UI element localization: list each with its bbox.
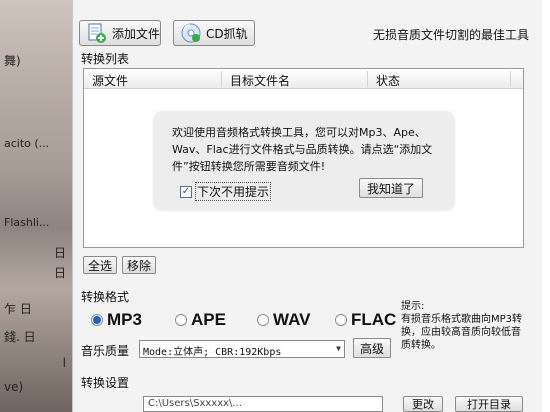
dont-show-again-label: 下次不用提示 xyxy=(195,182,272,201)
column-header-target[interactable]: 目标文件名 xyxy=(230,72,290,89)
background-desktop: 舞) acito (... Flashli... 日 日 乍 日 錢. 日 l … xyxy=(0,0,72,412)
format-label-mp3: MP3 xyxy=(107,310,142,329)
add-file-icon xyxy=(86,22,108,44)
format-label-wav: WAV xyxy=(273,310,311,329)
background-text: Flashli... xyxy=(4,216,50,229)
format-radio-flac[interactable]: FLAC xyxy=(335,310,396,330)
background-text: acito (... xyxy=(4,137,50,150)
open-folder-button[interactable]: 打开目录 xyxy=(455,396,523,412)
got-it-button[interactable]: 我知道了 xyxy=(359,178,423,198)
background-text: 錢. 日 xyxy=(4,330,36,344)
settings-group-label: 转换设置 xyxy=(81,376,130,390)
checkmark-icon: ✓ xyxy=(180,185,192,198)
change-path-button[interactable]: 更改 xyxy=(403,396,443,412)
hint-text: 有损音乐格式歌曲向MP3转换，应由较高音质向较低音质转换。 xyxy=(401,314,523,351)
hint-title: 提示: xyxy=(401,301,425,312)
dont-show-again-checkbox[interactable]: ✓ 下次不用提示 xyxy=(180,182,272,201)
column-divider[interactable] xyxy=(510,71,511,87)
window-edge xyxy=(542,0,550,412)
add-file-button[interactable]: 添加文件 xyxy=(79,20,161,46)
chevron-down-icon: ▼ xyxy=(336,344,341,353)
remove-button[interactable]: 移除 xyxy=(122,256,156,274)
add-file-label: 添加文件 xyxy=(112,26,161,41)
radio-indicator xyxy=(91,314,103,326)
conversion-list[interactable]: 源文件 目标文件名 状态 欢迎使用音频格式转换工具，您可以对Mp3、Ape、Wa… xyxy=(83,68,524,248)
quality-dropdown[interactable]: Mode:立体声; CBR:192Kbps ▼ xyxy=(139,340,345,358)
welcome-message: 欢迎使用音频格式转换工具，您可以对Mp3、Ape、Wav、Flac进行文件格式与… xyxy=(172,126,433,173)
background-text: 日 xyxy=(53,266,66,280)
format-label-flac: FLAC xyxy=(351,310,397,329)
radio-indicator xyxy=(257,314,269,326)
column-divider[interactable] xyxy=(221,71,222,87)
radio-indicator xyxy=(335,314,347,326)
format-group-label: 转换格式 xyxy=(81,290,130,304)
select-all-button[interactable]: 全选 xyxy=(83,256,117,274)
column-divider[interactable] xyxy=(367,71,368,87)
background-text: 乍 日 xyxy=(4,302,32,316)
format-label-ape: APE xyxy=(191,310,226,329)
list-header: 源文件 目标文件名 状态 xyxy=(84,69,523,89)
column-header-source[interactable]: 源文件 xyxy=(92,72,128,89)
background-text: 日 xyxy=(53,246,66,260)
cd-disc-icon xyxy=(180,22,202,44)
format-hint: 提示: 有损音乐格式歌曲向MP3转换，应由较高音质向较低音质转换。 xyxy=(401,300,526,352)
cd-rip-button[interactable]: CD抓轨 xyxy=(173,20,255,46)
background-text: l xyxy=(62,356,66,370)
quality-value: Mode:立体声; CBR:192Kbps xyxy=(143,347,282,358)
output-path-field[interactable]: C:\Users\Sxxxxx\... xyxy=(143,396,383,412)
format-radio-mp3[interactable]: MP3 xyxy=(91,310,142,330)
list-group-label: 转换列表 xyxy=(81,52,130,66)
converter-window: 添加文件 CD抓轨 无损音质文件切割的最佳工具 转换列表 源文件 目标文件名 状… xyxy=(72,0,542,412)
column-header-status[interactable]: 状态 xyxy=(376,72,400,89)
welcome-popup: 欢迎使用音频格式转换工具，您可以对Mp3、Ape、Wav、Flac进行文件格式与… xyxy=(154,112,454,210)
quality-label: 音乐质量 xyxy=(81,344,130,358)
app-tagline: 无损音质文件切割的最佳工具 xyxy=(373,28,530,42)
advanced-button[interactable]: 高级 xyxy=(353,338,391,358)
cd-rip-label: CD抓轨 xyxy=(206,26,248,41)
background-text: 舞) xyxy=(4,54,21,68)
radio-indicator xyxy=(175,314,187,326)
format-radio-wav[interactable]: WAV xyxy=(257,310,310,330)
background-text: ve) xyxy=(4,380,24,394)
format-radio-ape[interactable]: APE xyxy=(175,310,226,330)
